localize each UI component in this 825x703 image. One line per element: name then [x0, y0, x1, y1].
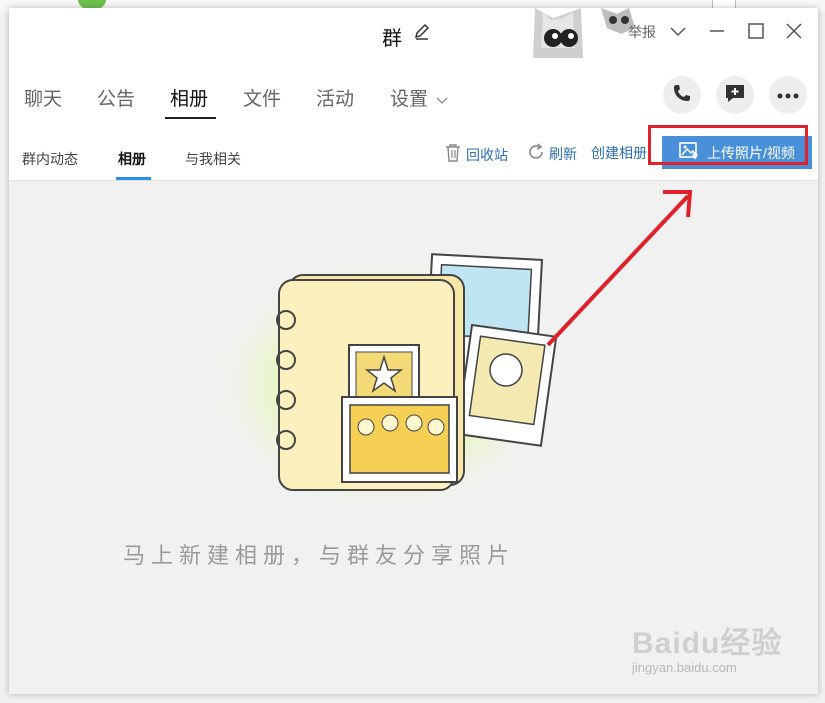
more-button[interactable]: [769, 76, 807, 114]
tab-album[interactable]: 相册: [170, 84, 208, 111]
trash-icon: [444, 143, 466, 166]
subtab-related-to-me[interactable]: 与我相关: [185, 149, 241, 169]
active-tab-underline: [165, 117, 216, 119]
close-icon[interactable]: [783, 20, 805, 42]
subtab-underline: [116, 177, 151, 180]
tab-chat[interactable]: 聊天: [24, 84, 62, 111]
empty-album-illustration: [194, 235, 584, 525]
refresh-label: 刷新: [549, 145, 577, 162]
main-tabs: 聊天 公告 相册 文件 活动 设置: [9, 60, 818, 126]
tab-settings[interactable]: 设置: [390, 84, 448, 111]
maximize-icon[interactable]: [745, 20, 767, 42]
empty-state-message: 马上新建相册，与群友分享照片: [122, 544, 515, 569]
recycle-bin-link[interactable]: 回收站: [444, 143, 508, 166]
subtab-album[interactable]: 相册: [118, 149, 146, 169]
report-link[interactable]: 举报: [628, 22, 656, 42]
edit-icon[interactable]: [413, 23, 431, 41]
subtab-group-feed[interactable]: 群内动态: [22, 149, 78, 169]
chevron-down-icon: [436, 89, 448, 111]
baidu-watermark-url: jingyan.baidu.com: [632, 660, 737, 675]
tab-announcement[interactable]: 公告: [97, 84, 135, 111]
chevron-down-icon[interactable]: [667, 20, 689, 42]
title-bar: 群 举报: [9, 8, 818, 60]
more-icon: [777, 86, 799, 104]
tab-files[interactable]: 文件: [243, 84, 281, 111]
refresh-icon: [527, 143, 549, 164]
refresh-link[interactable]: 刷新: [527, 143, 577, 164]
chat-add-icon: [724, 82, 746, 109]
baidu-watermark-logo: Baidu经验: [632, 627, 783, 660]
tab-settings-label: 设置: [390, 89, 429, 110]
minimize-icon[interactable]: [706, 20, 728, 42]
upload-highlight-box: [648, 125, 808, 165]
group-window: 群 举报 聊天 公告 相册 文件 活动 设置 群内动态 相册 与我相关 回收站 …: [9, 8, 818, 694]
tab-activity[interactable]: 活动: [316, 84, 354, 111]
group-title: 群: [382, 28, 402, 50]
phone-icon: [672, 83, 692, 108]
add-message-button[interactable]: [716, 76, 754, 114]
phone-button[interactable]: [663, 76, 701, 114]
create-album-link[interactable]: 创建相册: [591, 143, 647, 163]
recycle-bin-label: 回收站: [466, 146, 508, 163]
